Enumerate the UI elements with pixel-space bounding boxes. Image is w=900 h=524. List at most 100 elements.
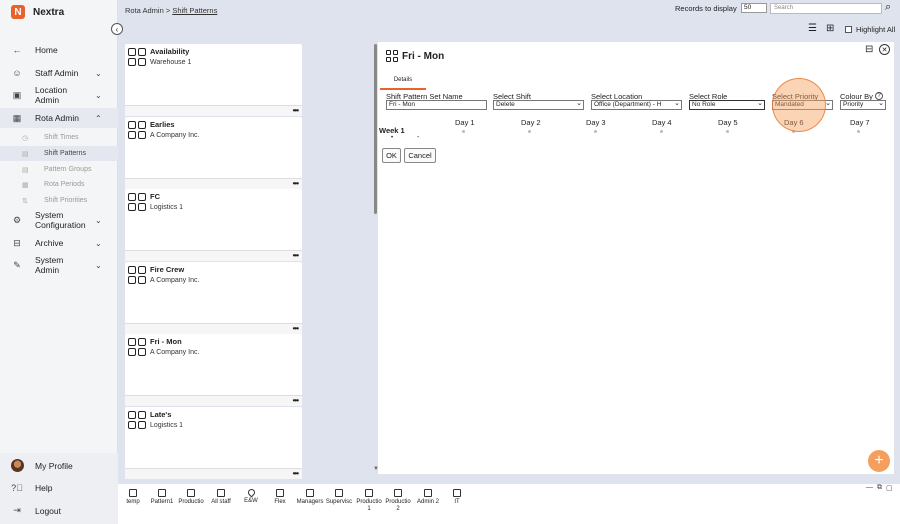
minimize-icon[interactable]: — [866, 484, 873, 492]
day-slot[interactable] [594, 130, 597, 133]
close-icon[interactable]: ✕ [879, 44, 890, 55]
day-slot[interactable] [462, 130, 465, 133]
list-view-icon[interactable]: ☰ [808, 23, 817, 34]
sidebar-subitem-shift-patterns[interactable]: ▤ Shift Patterns [0, 146, 118, 161]
pattern-grid-icon [128, 266, 146, 284]
sidebar-item-home[interactable]: ← Home [0, 43, 118, 57]
archive-icon: ⊟ [13, 237, 21, 248]
day-slot[interactable] [857, 130, 860, 133]
taskbar-item-label: IT [454, 499, 460, 505]
chevron-down-icon: ⌄ [95, 215, 102, 225]
select-location-dropdown[interactable]: Office (Department) - H ⌄ [591, 100, 682, 110]
sidebar-item-logout[interactable]: ⇥ Logout [0, 504, 118, 517]
select-role-dropdown[interactable]: No Role ⌄ [689, 100, 765, 110]
sidebar-subitem-rota-periods[interactable]: ▦ Rota Periods [0, 177, 118, 192]
window-icon[interactable]: ⊟ [865, 44, 873, 55]
taskbar-item-label: Pattern1 [150, 499, 174, 505]
person-icon [306, 489, 314, 497]
more-options-icon[interactable]: ••• [293, 251, 299, 260]
list-scrollbar[interactable] [374, 44, 377, 214]
day-slot[interactable] [528, 130, 531, 133]
select-location-value: Office (Department) - H [594, 101, 662, 108]
more-options-icon[interactable]: ••• [293, 324, 299, 333]
select-shift-dropdown[interactable]: Delete ⌄ [493, 100, 584, 110]
taskbar-item[interactable]: Flex [265, 489, 295, 506]
week-label: Week 1 [379, 126, 405, 135]
pattern-grid-icon [128, 48, 146, 66]
taskbar-item[interactable]: temp [118, 489, 148, 506]
pattern-card[interactable]: Availability Warehouse 1 ••• [125, 44, 302, 116]
restore-icon[interactable]: ⧉ [877, 484, 882, 492]
pattern-card[interactable]: Earlies A Company Inc. ••• [125, 117, 302, 189]
breadcrumb-current[interactable]: Shift Patterns [172, 6, 217, 15]
pattern-groups-icon: ▤ [22, 166, 29, 174]
taskbar-item[interactable]: IT [442, 489, 472, 506]
grid-view-icon[interactable]: ⊞ [826, 23, 834, 34]
sidebar-item-staff-admin[interactable]: ☺ Staff Admin ⌄ [0, 66, 118, 80]
more-options-icon[interactable]: ••• [293, 179, 299, 188]
add-button[interactable]: + [868, 450, 890, 472]
person-icon [453, 489, 461, 497]
collapse-sidebar-button[interactable]: ‹ [111, 23, 123, 35]
day-header: Day 2 [521, 118, 541, 127]
pattern-card[interactable]: Fire Crew A Company Inc. ••• [125, 262, 302, 334]
taskbar-item[interactable]: Supervisc [324, 489, 354, 506]
breadcrumb-root[interactable]: Rota Admin > [125, 6, 170, 15]
sidebar-item-my-profile[interactable]: My Profile [0, 459, 118, 472]
card-footer: ••• [125, 468, 302, 479]
sidebar-subitem-label: Rota Periods [44, 181, 85, 188]
sidebar-subitem-pattern-groups[interactable]: ▤ Pattern Groups [0, 162, 118, 177]
records-input[interactable]: 50 [741, 3, 767, 13]
highlight-all-toggle[interactable]: Highlight All [845, 25, 895, 34]
day-header: Day 3 [586, 118, 606, 127]
taskbar-item[interactable]: All staff [206, 489, 236, 506]
sidebar-item-location-admin[interactable]: ▣ Location Admin ⌄ [0, 85, 118, 105]
pattern-card[interactable]: Fri - Mon A Company Inc. ••• [125, 334, 302, 406]
search-input[interactable]: Search [770, 3, 882, 14]
chevron-down-icon: ⌄ [95, 68, 102, 78]
ok-button[interactable]: OK [382, 148, 401, 163]
week-marker: • [391, 135, 394, 141]
person-icon [365, 489, 373, 497]
sidebar-subitem-shift-times[interactable]: ◷ Shift Times [0, 130, 118, 145]
sidebar-item-help[interactable]: ?⃞ Help [0, 481, 118, 494]
sidebar-subitem-shift-priorities[interactable]: ⇅ Shift Priorities [0, 193, 118, 208]
nextra-logo-icon: N [11, 5, 25, 19]
person-icon [187, 489, 195, 497]
taskbar-item[interactable]: E&W [236, 487, 266, 505]
sidebar-item-archive[interactable]: ⊟ Archive ⌄ [0, 236, 118, 250]
shift-priorities-icon: ⇅ [22, 197, 28, 205]
chevron-down-icon: ⌄ [95, 260, 102, 270]
taskbar-item[interactable]: Admin 2 [413, 489, 443, 506]
location-icon: ▣ [12, 89, 22, 100]
taskbar-item[interactable]: Productio [176, 489, 206, 506]
taskbar-item[interactable]: Pattern1 [147, 489, 177, 506]
taskbar-item[interactable]: Managers [295, 489, 325, 506]
taskbar-item[interactable]: Productio 2 [383, 489, 413, 513]
more-options-icon[interactable]: ••• [293, 396, 299, 405]
highlight-all-checkbox[interactable] [845, 26, 852, 33]
sidebar-item-rota-admin[interactable]: ▦ Rota Admin ⌃ [0, 108, 118, 128]
taskbar-item[interactable]: Productio 1 [354, 489, 384, 513]
sidebar-item-system-admin[interactable]: ✎ System Admin ⌄ [0, 255, 118, 275]
day-slot[interactable] [660, 130, 663, 133]
tab-details[interactable]: Details [380, 71, 426, 90]
click-indicator [772, 78, 826, 132]
colour-by-dropdown[interactable]: Priority ⌄ [840, 100, 886, 110]
taskbar-item-label: All staff [211, 499, 231, 505]
topbar: Rota Admin > Shift Patterns Records to d… [118, 0, 900, 34]
sidebar-item-label: Location Admin [35, 85, 68, 105]
more-options-icon[interactable]: ••• [293, 469, 299, 478]
pattern-name-input[interactable]: Fri - Mon [386, 100, 487, 110]
pattern-card[interactable]: Late's Logistics 1 ••• [125, 407, 302, 479]
more-options-icon[interactable]: ••• [293, 106, 299, 115]
day-slot[interactable] [726, 130, 729, 133]
sidebar-item-system-configuration[interactable]: ⚙ System Configuration ⌄ [0, 210, 118, 230]
maximize-icon[interactable]: ▢ [886, 484, 893, 492]
chevron-down-icon: ⌄ [674, 100, 680, 107]
search-icon[interactable]: ⌕ [885, 1, 891, 14]
select-role-value: No Role [692, 101, 716, 108]
pattern-card[interactable]: FC Logistics 1 ••• [125, 189, 302, 261]
cancel-button[interactable]: Cancel [404, 148, 436, 163]
help-icon[interactable]: ? [875, 92, 883, 100]
